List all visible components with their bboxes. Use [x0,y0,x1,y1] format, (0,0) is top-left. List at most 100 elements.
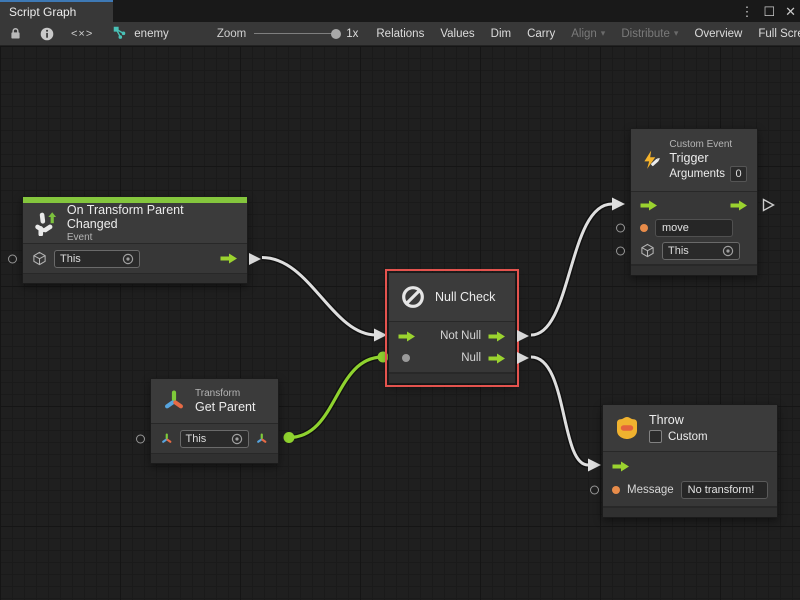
custom-event-icon [641,145,661,175]
event-name-field[interactable]: move [655,219,733,237]
code-icon: <×> [71,28,93,40]
message-value: No transform! [688,484,755,496]
target-field[interactable]: This [662,242,740,260]
values-toggle[interactable]: Values [432,22,482,45]
arguments-label: Arguments [669,168,725,180]
zoom-slider[interactable] [254,33,338,34]
value-input-port[interactable] [590,486,599,495]
flow-input-arrow-icon[interactable] [398,331,416,342]
target-field[interactable]: This [54,250,140,268]
value-input-port[interactable] [136,434,145,443]
value-wire-dot [284,432,295,443]
graph-breadcrumb[interactable]: enemy [101,22,181,45]
message-label: Message [627,484,674,496]
value-wire[interactable] [289,357,383,438]
flow-connection-stub [517,330,529,342]
transform-icon [161,388,187,414]
value-input-port[interactable] [402,354,410,362]
graph-name: enemy [134,28,169,40]
tab-title: Script Graph [9,5,76,19]
zoom-slider-handle[interactable] [331,29,341,39]
graph-canvas[interactable]: On Transform Parent Changed Event This [0,46,800,600]
node-footer [151,453,278,463]
string-port[interactable] [640,224,648,232]
target-picker-icon[interactable] [122,253,134,265]
string-port[interactable] [612,486,620,494]
node-footer [603,507,777,517]
graph-icon [113,26,128,41]
distribute-label: Distribute [621,28,670,40]
node-null-check[interactable]: Null Check Not Null Null [388,272,516,384]
flow-connection-stub [249,253,261,265]
transform-output-icon[interactable] [255,432,269,446]
edit-code-button[interactable]: <×> [63,22,101,45]
node-title: Null Check [435,290,495,304]
close-icon[interactable]: ✕ [785,5,796,18]
value-input-port[interactable] [616,223,625,232]
fullscreen-button[interactable]: Full Screen [750,22,800,45]
target-value: This [60,253,81,265]
node-title: Trigger [669,151,747,165]
node-throw[interactable]: Throw Custom Message No transform! [602,404,778,518]
port-label-not-null: Not Null [440,330,481,342]
cube-icon [32,251,47,266]
dim-toggle[interactable]: Dim [483,22,519,45]
flow-output-arrow-icon[interactable] [220,253,238,264]
custom-checkbox[interactable] [649,430,662,443]
node-title: On Transform Parent Changed [67,203,237,231]
align-dropdown[interactable]: Align ▾ [563,22,613,45]
lock-button[interactable] [0,22,31,45]
node-footer [631,265,757,275]
value-input-port[interactable] [616,246,625,255]
zoom-value: 1x [346,28,358,40]
zoom-control: Zoom 1x [207,22,369,45]
flow-input-arrow-icon[interactable] [612,461,630,472]
node-subtitle: Event [67,232,237,243]
window-menu-icon[interactable]: ⋮ [740,5,753,18]
flow-output-arrow-icon[interactable] [730,200,748,211]
node-category: Transform [195,388,255,399]
throw-exception-icon [613,414,641,442]
info-button[interactable] [31,22,63,45]
node-custom-event-trigger[interactable]: Custom Event Trigger Arguments 0 [630,128,758,276]
graph-toolbar: <×> enemy Zoom 1x Relations Values Dim C… [0,22,800,46]
flow-input-arrow-icon[interactable] [640,200,658,211]
distribute-dropdown[interactable]: Distribute ▾ [613,22,686,45]
chevron-down-icon: ▾ [601,28,606,39]
node-footer [23,273,247,283]
target-picker-icon[interactable] [722,245,734,257]
node-category: Custom Event [669,139,747,150]
overview-button[interactable]: Overview [686,22,750,45]
node-title: Get Parent [195,400,255,414]
node-on-transform-parent-changed[interactable]: On Transform Parent Changed Event This [22,196,248,284]
flow-output-arrow-icon[interactable] [488,331,506,342]
maximize-icon[interactable]: ☐ [763,5,775,18]
target-field[interactable]: This [180,430,250,448]
unconnected-flow-stub[interactable] [762,198,775,212]
message-field[interactable]: No transform! [681,481,768,499]
target-picker-icon[interactable] [231,433,243,445]
tab-script-graph[interactable]: Script Graph [0,0,113,22]
title-bar: Script Graph ⋮ ☐ ✕ [0,0,800,22]
node-title: Throw [649,413,708,427]
target-value: This [186,433,207,445]
lock-icon [9,27,22,40]
null-check-icon [399,283,427,311]
carry-toggle[interactable]: Carry [519,22,563,45]
value-wire-dot [378,352,389,363]
flow-connection-stub [517,352,529,364]
chevron-down-icon: ▾ [674,28,679,39]
target-value: This [668,245,689,257]
value-input-port[interactable] [8,254,17,263]
node-get-parent[interactable]: Transform Get Parent This [150,378,279,464]
cube-icon [640,243,655,258]
flow-output-arrow-icon[interactable] [488,353,506,364]
relations-toggle[interactable]: Relations [368,22,432,45]
arguments-count-field[interactable]: 0 [730,166,747,182]
zoom-label: Zoom [217,28,246,40]
port-label-null: Null [461,352,481,364]
transform-port-icon [160,432,174,446]
custom-label: Custom [668,431,708,443]
node-footer [389,373,515,383]
event-name-value: move [662,222,689,234]
